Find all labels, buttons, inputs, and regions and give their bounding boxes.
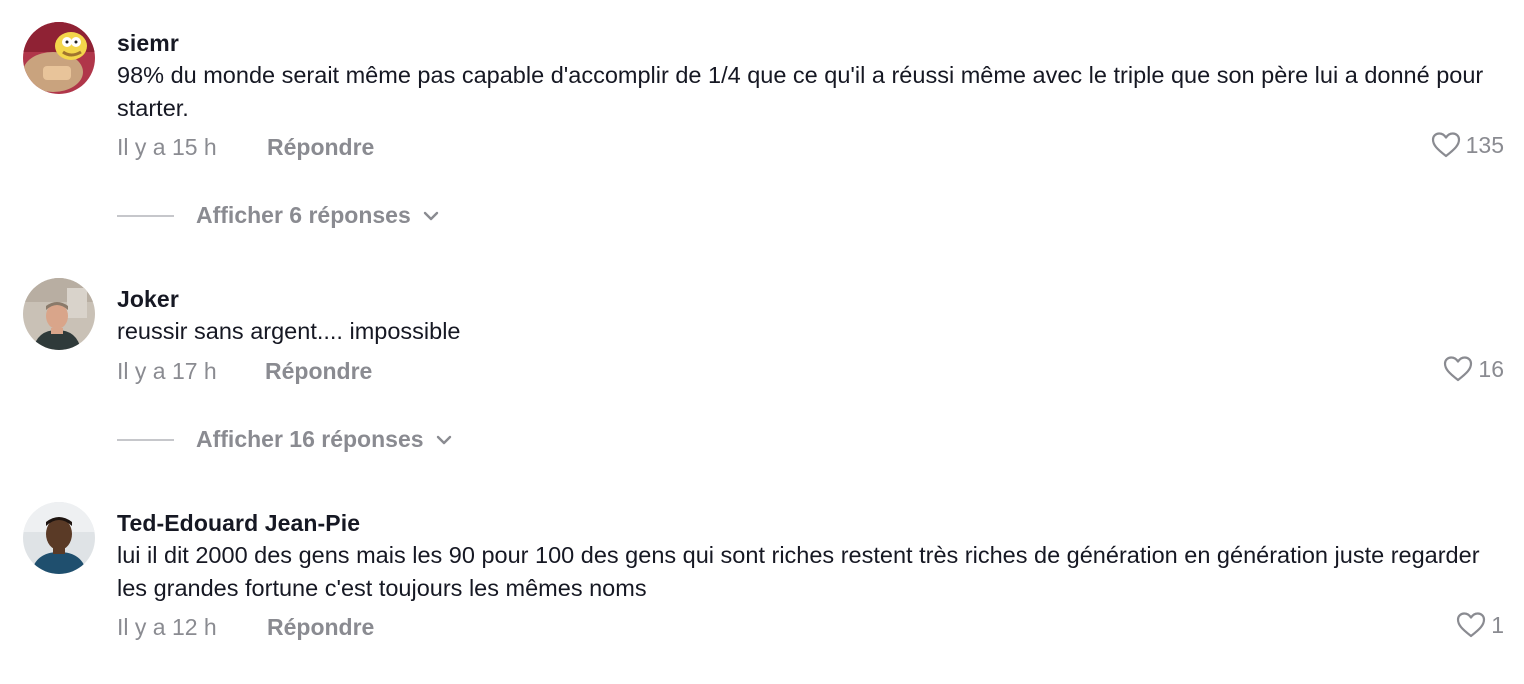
divider: [117, 438, 174, 441]
comment-username[interactable]: Ted-Edouard Jean-Pie: [117, 510, 360, 537]
view-replies-button[interactable]: Afficher 16 réponses: [117, 426, 452, 453]
comment-time: Il y a 17 h: [117, 358, 217, 384]
reply-button[interactable]: Répondre: [265, 358, 372, 385]
heart-outline-icon: [1444, 356, 1473, 382]
reply-button[interactable]: Répondre: [267, 614, 374, 641]
view-replies-label: Afficher 6 réponses: [196, 202, 411, 228]
comment-time: Il y a 12 h: [117, 614, 217, 640]
chevron-down-icon: [436, 435, 451, 444]
view-replies-button[interactable]: Afficher 6 réponses: [117, 202, 439, 229]
avatar[interactable]: [23, 22, 95, 94]
heart-outline-icon: [1431, 132, 1460, 158]
like-button[interactable]: 135: [1431, 131, 1504, 159]
like-button[interactable]: 16: [1443, 355, 1504, 383]
chevron-down-icon: [423, 211, 438, 220]
comment-username[interactable]: siemr: [117, 30, 179, 57]
like-button[interactable]: 1: [1456, 611, 1504, 639]
comment-username[interactable]: Joker: [117, 286, 179, 313]
like-count: 135: [1465, 131, 1504, 158]
avatar[interactable]: [23, 502, 95, 574]
heart-outline-icon: [1457, 612, 1486, 638]
comment-time: Il y a 15 h: [117, 134, 217, 160]
comment-text: lui il dit 2000 des gens mais les 90 pou…: [117, 542, 1480, 601]
avatar[interactable]: [23, 278, 95, 350]
like-count: 16: [1478, 355, 1504, 382]
comment-text: 98% du monde serait même pas capable d'a…: [117, 62, 1484, 121]
comment-text: reussir sans argent.... impossible: [117, 318, 461, 344]
divider: [117, 214, 174, 217]
reply-button[interactable]: Répondre: [267, 134, 374, 161]
view-replies-label: Afficher 16 réponses: [196, 426, 424, 452]
like-count: 1: [1491, 611, 1504, 638]
